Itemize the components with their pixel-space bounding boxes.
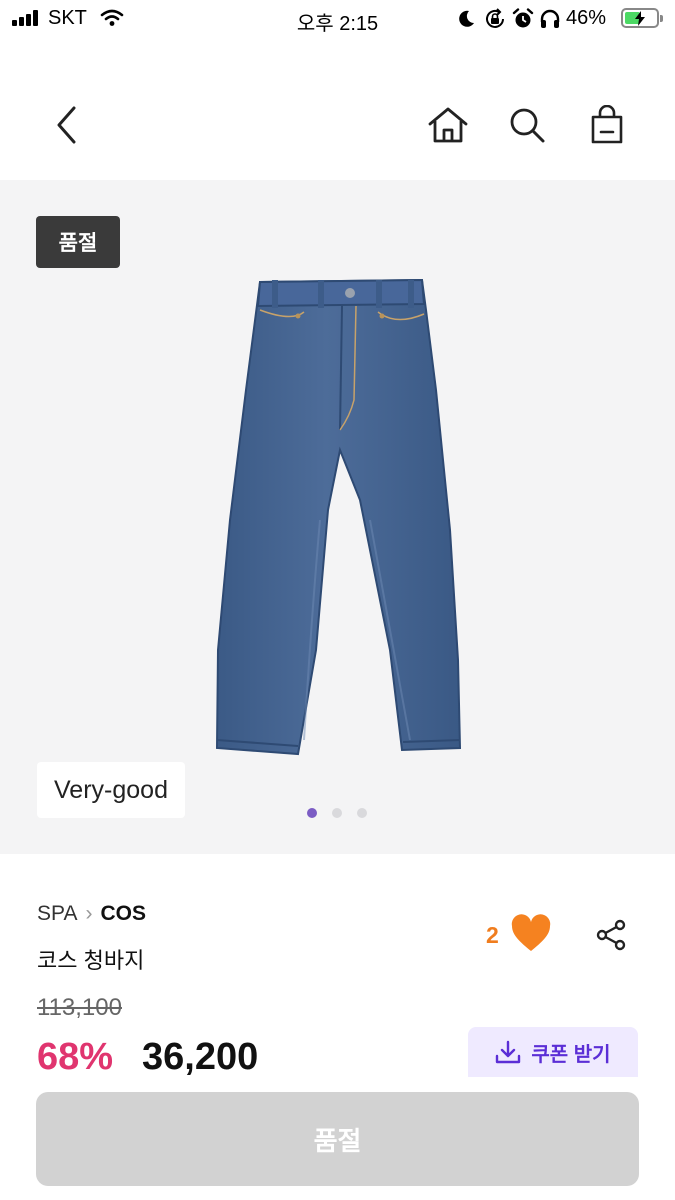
alarm-icon — [512, 8, 534, 28]
back-chevron-icon — [57, 106, 76, 144]
orientation-lock-icon — [486, 8, 504, 28]
shopping-bag-icon — [591, 105, 623, 144]
soldout-badge: 품절 — [36, 216, 120, 268]
discount-rate: 68% — [37, 1036, 114, 1078]
search-button[interactable] — [502, 100, 552, 150]
condition-tag: Very-good — [37, 762, 185, 818]
battery-charging-icon — [621, 8, 663, 28]
soldout-buy-button[interactable]: 품절 — [36, 1092, 639, 1186]
product-title: 코스 청바지 — [37, 948, 145, 973]
breadcrumb: SPA › COS — [37, 902, 146, 926]
moon-icon — [459, 10, 474, 27]
share-icon[interactable] — [594, 918, 628, 952]
original-price: 113,100 — [37, 994, 122, 1021]
search-icon — [510, 108, 545, 143]
shopping-bag-button[interactable] — [582, 100, 632, 150]
coupon-button[interactable]: 쿠폰 받기 — [468, 1027, 638, 1077]
breadcrumb-brand[interactable]: COS — [100, 902, 146, 925]
status-bar: SKT 오후 2:15 46% — [0, 0, 675, 40]
back-button[interactable] — [42, 100, 92, 150]
coupon-label: 쿠폰 받기 — [531, 1043, 611, 1066]
download-icon — [496, 1040, 521, 1064]
battery-percent: 46% — [566, 7, 607, 29]
home-button[interactable] — [423, 100, 473, 150]
headphones-icon — [540, 9, 560, 28]
gallery-dot[interactable] — [357, 808, 367, 818]
heart-icon[interactable] — [510, 914, 552, 954]
like-count: 2 — [486, 922, 499, 948]
chevron-right-icon: › — [85, 902, 93, 925]
product-image-jeans — [215, 278, 462, 756]
breadcrumb-category[interactable]: SPA — [37, 902, 77, 925]
gallery-dot-active[interactable] — [307, 808, 317, 818]
home-icon — [428, 107, 468, 143]
sale-price: 36,200 — [142, 1036, 259, 1078]
gallery-dot[interactable] — [332, 808, 342, 818]
